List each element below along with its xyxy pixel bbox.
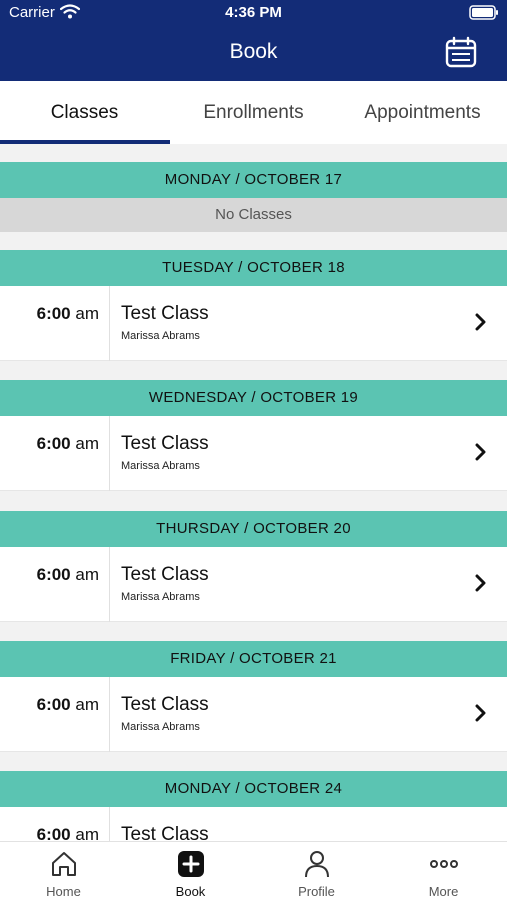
tab-bar-profile[interactable]: Profile <box>253 842 380 900</box>
class-row[interactable]: 6:00 am Test Class Marissa Abrams <box>0 547 507 622</box>
tab-bar-home[interactable]: Home <box>0 842 127 900</box>
battery-icon <box>469 5 498 20</box>
day-header: FRIDAY / OCTOBER 21 <box>0 641 507 677</box>
tab-classes[interactable]: Classes <box>0 81 169 144</box>
day-header: MONDAY / OCTOBER 17 <box>0 162 507 198</box>
class-name: Test Class <box>121 694 209 715</box>
class-time-period: am <box>75 695 99 714</box>
class-time-period: am <box>75 434 99 453</box>
day-header: TUESDAY / OCTOBER 18 <box>0 250 507 286</box>
calendar-icon[interactable] <box>445 36 477 68</box>
profile-icon <box>304 851 329 878</box>
class-name: Test Class <box>121 433 209 454</box>
class-row[interactable]: 6:00 am Test Class Marissa Abrams <box>0 416 507 491</box>
class-time-value: 6:00 <box>36 434 71 453</box>
page-title: Book <box>229 40 278 63</box>
chevron-right-icon <box>475 704 486 722</box>
row-divider <box>109 286 110 361</box>
tab-bar-label: Book <box>175 884 206 899</box>
bottom-tab-bar: Home Book Profile More <box>0 841 507 900</box>
chevron-right-icon <box>475 574 486 592</box>
chevron-right-icon <box>475 313 486 331</box>
class-time: 6:00 am <box>0 304 99 324</box>
row-divider <box>109 547 110 622</box>
tab-appointments[interactable]: Appointments <box>338 81 507 144</box>
class-time: 6:00 am <box>0 695 99 715</box>
class-row[interactable]: 6:00 am Test Class Marissa Abrams <box>0 286 507 361</box>
class-instructor: Marissa Abrams <box>121 460 200 472</box>
status-bar: Carrier 4:36 PM <box>0 0 507 26</box>
class-row[interactable]: 6:00 am Test Class Marissa Abrams <box>0 677 507 752</box>
home-icon <box>51 852 76 876</box>
class-time: 6:00 am <box>0 434 99 454</box>
day-header: WEDNESDAY / OCTOBER 19 <box>0 380 507 416</box>
segment-tabs: Classes Enrollments Appointments <box>0 81 507 144</box>
tab-bar-book[interactable]: Book <box>127 842 254 900</box>
class-time: 6:00 am <box>0 565 99 585</box>
row-divider <box>109 416 110 491</box>
class-time-period: am <box>75 565 99 584</box>
class-instructor: Marissa Abrams <box>121 721 200 733</box>
more-icon <box>429 860 458 868</box>
tab-bar-label: More <box>428 884 459 899</box>
chevron-right-icon <box>475 443 486 461</box>
class-time-value: 6:00 <box>36 695 71 714</box>
clock: 4:36 PM <box>225 4 282 21</box>
tab-bar-more[interactable]: More <box>380 842 507 900</box>
class-time-value: 6:00 <box>36 565 71 584</box>
tab-enrollments[interactable]: Enrollments <box>169 81 338 144</box>
add-icon <box>177 851 204 877</box>
class-time-period: am <box>75 304 99 323</box>
nav-bar: Book <box>0 26 507 81</box>
class-instructor: Marissa Abrams <box>121 591 200 603</box>
row-divider <box>109 677 110 752</box>
tab-bar-label: Profile <box>298 884 335 899</box>
tab-bar-label: Home <box>46 884 81 899</box>
class-time-value: 6:00 <box>36 304 71 323</box>
day-header: THURSDAY / OCTOBER 20 <box>0 511 507 547</box>
class-name: Test Class <box>121 564 209 585</box>
class-instructor: Marissa Abrams <box>121 330 200 342</box>
active-tab-indicator <box>0 140 170 144</box>
no-classes-message: No Classes <box>0 198 507 232</box>
class-name: Test Class <box>121 303 209 324</box>
day-header: MONDAY / OCTOBER 24 <box>0 771 507 807</box>
